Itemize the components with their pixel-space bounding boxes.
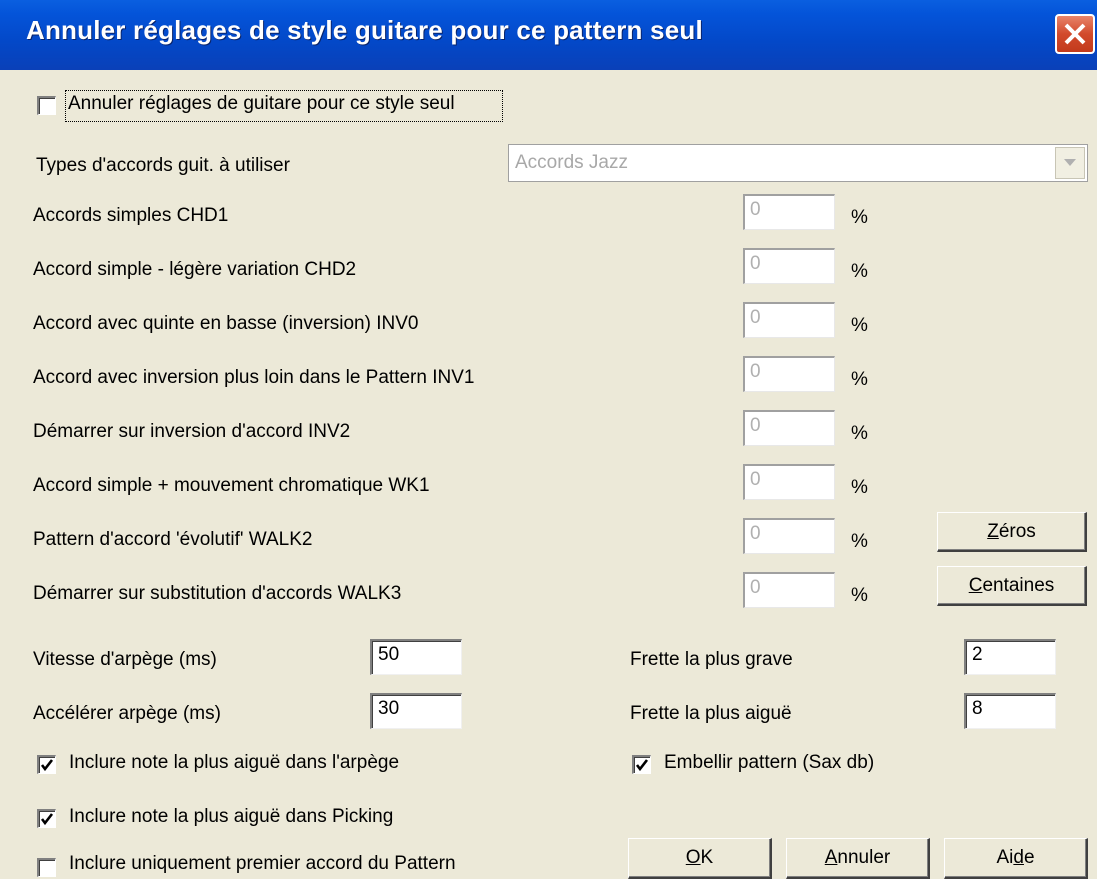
first-chord-only-checkbox[interactable] [37,858,56,877]
check-icon [40,759,54,772]
percent-unit: % [851,477,868,498]
top-note-arpeggio-checkbox[interactable] [37,755,56,774]
override-checkbox[interactable] [37,96,56,115]
percent-row-label: Démarrer sur substitution d'accords WALK… [33,583,402,604]
ok-mnemonic: O [685,847,701,868]
top-note-picking-checkbox[interactable] [37,809,56,828]
ok-label: K [700,847,714,868]
highest-fret-label: Frette la plus aiguë [630,703,792,724]
percent-unit: % [851,531,868,552]
top-note-picking-label[interactable]: Inclure note la plus aiguë dans Picking [69,806,393,828]
lowest-fret-label: Frette la plus grave [630,649,793,670]
embellish-checkbox[interactable] [632,755,651,774]
percent-input[interactable]: 0 [743,302,835,338]
help-label-start: Ai [996,847,1014,868]
zeros-label: éros [998,521,1036,542]
dropdown-button[interactable] [1055,147,1085,179]
lowest-fret-input[interactable]: 2 [964,639,1056,675]
percent-unit: % [851,261,868,282]
percent-unit: % [851,585,868,606]
chord-types-select[interactable]: Accords Jazz [508,144,1088,182]
override-label[interactable]: Annuler réglages de guitare pour ce styl… [68,93,455,115]
percent-input[interactable]: 0 [743,518,835,554]
percent-unit: % [851,423,868,444]
top-note-arpeggio-label[interactable]: Inclure note la plus aiguë dans l'arpège [69,752,399,774]
arpeggio-speed-input[interactable]: 50 [370,639,462,675]
close-button[interactable] [1055,14,1095,54]
percent-row-label: Pattern d'accord 'évolutif' WALK2 [33,529,313,550]
chevron-down-icon [1064,159,1076,166]
embellish-label[interactable]: Embellir pattern (Sax db) [664,752,874,774]
percent-row-label: Démarrer sur inversion d'accord INV2 [33,421,351,442]
cancel-button[interactable]: Annuler [786,838,930,879]
hundreds-button[interactable]: Centaines [937,566,1087,606]
percent-unit: % [851,315,868,336]
ok-button[interactable]: OK [628,838,772,879]
zeros-mnemonic: Z [987,521,999,542]
arpeggio-speed-label: Vitesse d'arpège (ms) [33,649,217,670]
percent-input[interactable]: 0 [743,356,835,392]
percent-input[interactable]: 0 [743,410,835,446]
title-bar[interactable]: Annuler réglages de style guitare pour c… [0,0,1097,70]
percent-row-label: Accord avec inversion plus loin dans le … [33,367,475,388]
help-label-end: e [1023,847,1035,868]
close-icon [1064,23,1086,45]
percent-input[interactable]: 0 [743,464,835,500]
percent-row-label: Accord simple + mouvement chromatique WK… [33,475,430,496]
percent-unit: % [851,369,868,390]
chord-types-label: Types d'accords guit. à utiliser [36,155,290,176]
percent-row-label: Accord avec quinte en basse (inversion) … [33,313,419,334]
arpeggio-accel-input[interactable]: 30 [370,693,462,729]
check-icon [635,759,649,772]
cancel-label: nnuler [837,847,891,868]
percent-row-label: Accords simples CHD1 [33,205,229,226]
zeros-button[interactable]: Zéros [937,512,1087,552]
percent-input[interactable]: 0 [743,248,835,284]
help-mnemonic: d [1013,847,1024,868]
percent-row-label: Accord simple - légère variation CHD2 [33,259,357,280]
highest-fret-input[interactable]: 8 [964,693,1056,729]
arpeggio-accel-label: Accélérer arpège (ms) [33,703,221,724]
window-title: Annuler réglages de style guitare pour c… [26,15,703,45]
chord-types-value: Accords Jazz [515,152,628,173]
check-icon [40,813,54,826]
percent-input[interactable]: 0 [743,572,835,608]
percent-unit: % [851,207,868,228]
cancel-mnemonic: A [824,847,838,868]
hundreds-label: entaines [982,575,1055,596]
first-chord-only-label[interactable]: Inclure uniquement premier accord du Pat… [69,853,456,877]
percent-input[interactable]: 0 [743,194,835,230]
help-button[interactable]: Aide [944,838,1088,879]
hundreds-mnemonic: C [968,575,983,596]
guitar-style-override-dialog: Annuler réglages de style guitare pour c… [0,0,1097,879]
